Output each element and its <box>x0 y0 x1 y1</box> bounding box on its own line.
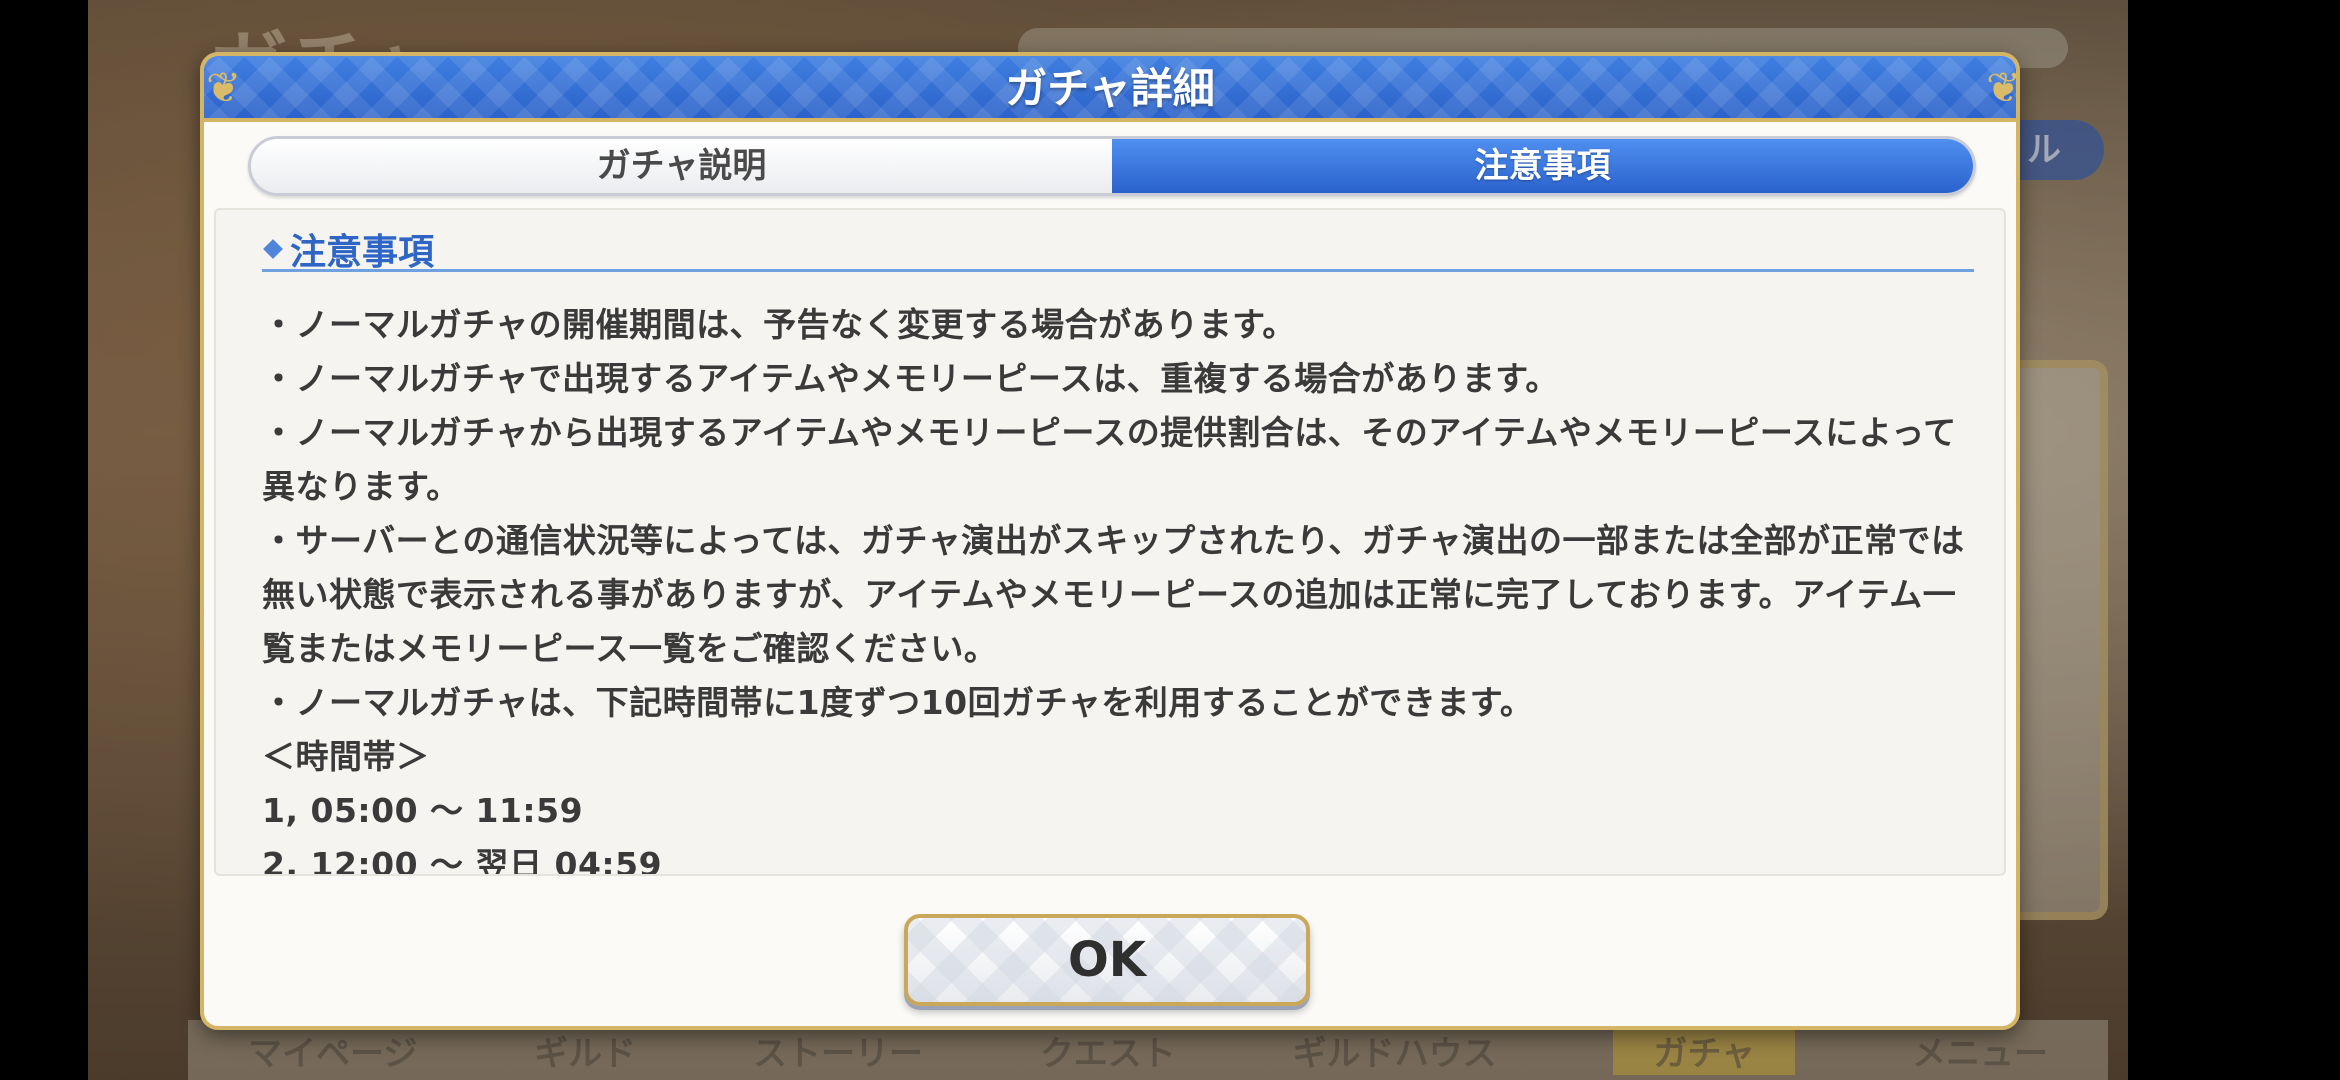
ok-button[interactable]: OK <box>904 914 1310 1006</box>
gacha-detail-dialog: ❦ ガチャ詳細 ❦ ガチャ説明 注意事項 注意事項 ・ノーマルガチャの開催期間は… <box>200 52 2022 1030</box>
note-item: ・ノーマルガチャは、下記時間帯に1度ずつ10回ガチャを利用することができます。 <box>262 683 1534 722</box>
note-item: 1, 05:00 〜 11:59 <box>262 791 584 830</box>
tab-gacha-description[interactable]: ガチャ説明 <box>251 139 1112 193</box>
note-item: ・ノーマルガチャで出現するアイテムやメモリーピースは、重複する場合があります。 <box>262 359 1559 398</box>
tab-bar: ガチャ説明 注意事項 <box>248 136 1976 196</box>
notes-scroll-area[interactable]: 注意事項 ・ノーマルガチャの開催期間は、予告なく変更する場合があります。 ・ノー… <box>214 208 2006 876</box>
dialog-header: ❦ ガチャ詳細 ❦ <box>204 56 2022 122</box>
note-item: ・ノーマルガチャから出現するアイテムやメモリーピースの提供割合は、そのアイテムや… <box>262 413 1957 506</box>
nav-item-guild: ギルド <box>534 1033 637 1074</box>
nav-item-mypage: マイページ <box>248 1033 418 1074</box>
ornament-right-icon: ❦ <box>1986 63 2022 112</box>
nav-item-menu: メニュー <box>1911 1033 2048 1074</box>
ok-button-label: OK <box>1068 932 1146 988</box>
tab-notes[interactable]: 注意事項 <box>1112 139 1973 193</box>
diamond-bullet-icon <box>263 238 283 259</box>
notes-list: ・ノーマルガチャの開催期間は、予告なく変更する場合があります。 ・ノーマルガチャ… <box>262 298 1982 876</box>
nav-item-gacha: ガチャ <box>1613 1025 1796 1075</box>
nav-item-quest: クエスト <box>1039 1033 1176 1074</box>
note-item: ・ノーマルガチャの開催期間は、予告なく変更する場合があります。 <box>262 305 1296 344</box>
nav-item-guildhouse: ギルドハウス <box>1292 1033 1497 1074</box>
note-item: 2, 12:00 〜 翌日 04:59 <box>262 845 663 876</box>
section-header: 注意事項 <box>262 228 1974 273</box>
note-item: ＜時間帯＞ <box>262 737 430 776</box>
section-title: 注意事項 <box>290 231 435 273</box>
note-item: ・サーバーとの通信状況等によっては、ガチャ演出がスキップされたり、ガチャ演出の一… <box>262 521 1965 668</box>
dialog-title: ガチャ詳細 <box>1005 64 1215 113</box>
nav-item-story: ストーリー <box>752 1033 923 1074</box>
